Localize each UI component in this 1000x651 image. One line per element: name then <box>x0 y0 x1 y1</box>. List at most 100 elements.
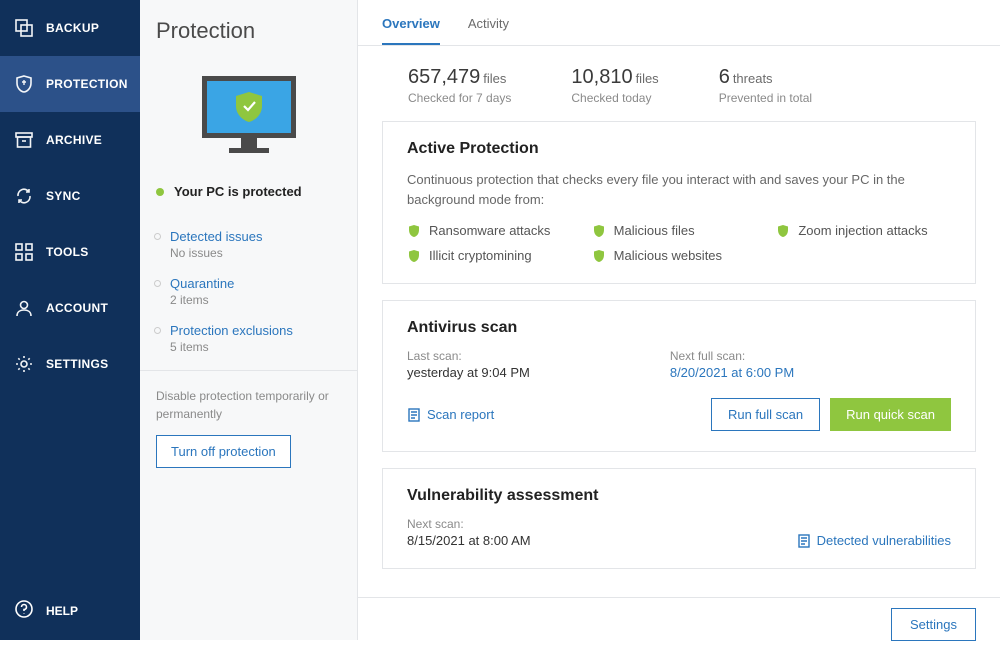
document-icon <box>407 408 421 422</box>
stat-sub: Checked today <box>571 91 658 105</box>
card-title: Antivirus scan <box>407 319 951 337</box>
nav-sidebar: BACKUP PROTECTION ARCHIVE SYNC <box>0 0 140 640</box>
threat-label: Illicit cryptomining <box>429 248 532 263</box>
shield-icon <box>592 224 606 238</box>
stat-value: 10,810 <box>571 66 632 88</box>
antivirus-buttons: Run full scan Run quick scan <box>711 398 951 431</box>
nav-item-backup[interactable]: BACKUP <box>0 0 140 56</box>
nav-label: SYNC <box>46 189 81 203</box>
threat-item: Zoom injection attacks <box>776 223 951 238</box>
vulnerability-row: Next scan: 8/15/2021 at 8:00 AM Detected… <box>407 517 951 548</box>
stat-checked-today: 10,810 files Checked today <box>571 66 658 105</box>
nav-label: TOOLS <box>46 245 89 259</box>
threat-item: Ransomware attacks <box>407 223 582 238</box>
help-icon <box>14 599 34 622</box>
main-content: Overview Activity 657,479files Checked f… <box>358 0 1000 640</box>
stat-sub: Prevented in total <box>719 91 812 105</box>
next-scan-value[interactable]: 8/20/2021 at 6:00 PM <box>670 365 794 380</box>
tab-activity[interactable]: Activity <box>468 0 509 45</box>
archive-icon <box>14 130 34 150</box>
panel-title: Protection <box>140 0 357 54</box>
panel-bottom: Disable protection temporarily or perman… <box>140 370 357 488</box>
status-text: Your PC is protected <box>174 184 302 199</box>
nav-item-tools[interactable]: TOOLS <box>0 224 140 280</box>
antivirus-actions: Scan report Run full scan Run quick scan <box>407 398 951 431</box>
status-line: Your PC is protected <box>140 184 357 209</box>
monitor-illustration <box>140 54 357 184</box>
card-title: Vulnerability assessment <box>407 487 951 505</box>
bullet-icon <box>154 280 161 287</box>
panel-sections: Detected issues No issues Quarantine 2 i… <box>140 209 357 370</box>
last-scan-value: yesterday at 9:04 PM <box>407 365 530 380</box>
antivirus-row: Last scan: yesterday at 9:04 PM Next ful… <box>407 349 951 380</box>
threat-label: Malicious files <box>614 223 695 238</box>
disable-text: Disable protection temporarily or perman… <box>156 387 341 423</box>
nav-item-protection[interactable]: PROTECTION <box>0 56 140 112</box>
nav-item-sync[interactable]: SYNC <box>0 168 140 224</box>
vuln-next-scan-label: Next scan: <box>407 517 531 531</box>
scan-report-link[interactable]: Scan report <box>407 407 494 422</box>
nav-help-label: HELP <box>46 604 78 618</box>
tab-overview[interactable]: Overview <box>382 0 440 45</box>
app-root: BACKUP PROTECTION ARCHIVE SYNC <box>0 0 1000 640</box>
stat-unit: files <box>636 71 659 86</box>
nav-label: BACKUP <box>46 21 99 35</box>
nav-help[interactable]: HELP <box>0 581 140 640</box>
antivirus-card: Antivirus scan Last scan: yesterday at 9… <box>382 300 976 452</box>
nav-label: ACCOUNT <box>46 301 108 315</box>
status-dot-icon <box>156 188 164 196</box>
stats-row: 657,479files Checked for 7 days 10,810fi… <box>358 46 1000 121</box>
shield-icon <box>592 249 606 263</box>
threat-item: Malicious websites <box>592 248 767 263</box>
vulnerability-card: Vulnerability assessment Next scan: 8/15… <box>382 468 976 569</box>
threat-label: Zoom injection attacks <box>798 223 927 238</box>
backup-icon <box>14 18 34 38</box>
footer: Settings <box>358 597 1000 651</box>
detected-vuln-label: Detected vulnerabilities <box>817 533 951 548</box>
settings-button[interactable]: Settings <box>891 608 976 641</box>
shield-icon <box>776 224 790 238</box>
nav-item-archive[interactable]: ARCHIVE <box>0 112 140 168</box>
run-full-scan-button[interactable]: Run full scan <box>711 398 820 431</box>
scan-report-label: Scan report <box>427 407 494 422</box>
person-icon <box>14 298 34 318</box>
turn-off-protection-button[interactable]: Turn off protection <box>156 435 291 468</box>
panel-section-sub: 5 items <box>170 340 341 354</box>
stat-sub: Checked for 7 days <box>408 91 511 105</box>
panel-section-exclusions[interactable]: Protection exclusions 5 items <box>140 313 357 360</box>
panel-section-quarantine[interactable]: Quarantine 2 items <box>140 266 357 313</box>
threat-label: Malicious websites <box>614 248 722 263</box>
card-desc: Continuous protection that checks every … <box>407 170 951 209</box>
shield-icon <box>14 74 34 94</box>
tabs: Overview Activity <box>358 0 1000 46</box>
panel-section-title: Protection exclusions <box>170 323 341 338</box>
panel-section-title: Quarantine <box>170 276 341 291</box>
last-scan-cell: Last scan: yesterday at 9:04 PM <box>407 349 530 380</box>
run-quick-scan-button[interactable]: Run quick scan <box>830 398 951 431</box>
nav-item-account[interactable]: ACCOUNT <box>0 280 140 336</box>
protection-panel: Protection Your PC is protected Detected… <box>140 0 358 640</box>
nav-label: PROTECTION <box>46 77 128 91</box>
vuln-next-scan: Next scan: 8/15/2021 at 8:00 AM <box>407 517 531 548</box>
bullet-icon <box>154 327 161 334</box>
sync-icon <box>14 186 34 206</box>
stat-value: 6 <box>719 66 730 88</box>
card-title: Active Protection <box>407 140 951 158</box>
last-scan-label: Last scan: <box>407 349 530 363</box>
document-icon <box>797 534 811 548</box>
next-scan-label: Next full scan: <box>670 349 794 363</box>
panel-section-detected-issues[interactable]: Detected issues No issues <box>140 219 357 266</box>
nav-label: ARCHIVE <box>46 133 102 147</box>
nav-item-settings[interactable]: SETTINGS <box>0 336 140 392</box>
threat-item: Malicious files <box>592 223 767 238</box>
cards: Active Protection Continuous protection … <box>358 121 1000 597</box>
threat-grid: Ransomware attacks Malicious files Zoom … <box>407 223 951 263</box>
nav-items: BACKUP PROTECTION ARCHIVE SYNC <box>0 0 140 581</box>
detected-vulnerabilities-link[interactable]: Detected vulnerabilities <box>797 533 951 548</box>
next-scan-cell: Next full scan: 8/20/2021 at 6:00 PM <box>670 349 794 380</box>
threat-item: Illicit cryptomining <box>407 248 582 263</box>
shield-icon <box>407 224 421 238</box>
gear-icon <box>14 354 34 374</box>
panel-section-title: Detected issues <box>170 229 341 244</box>
stat-unit: files <box>483 71 506 86</box>
